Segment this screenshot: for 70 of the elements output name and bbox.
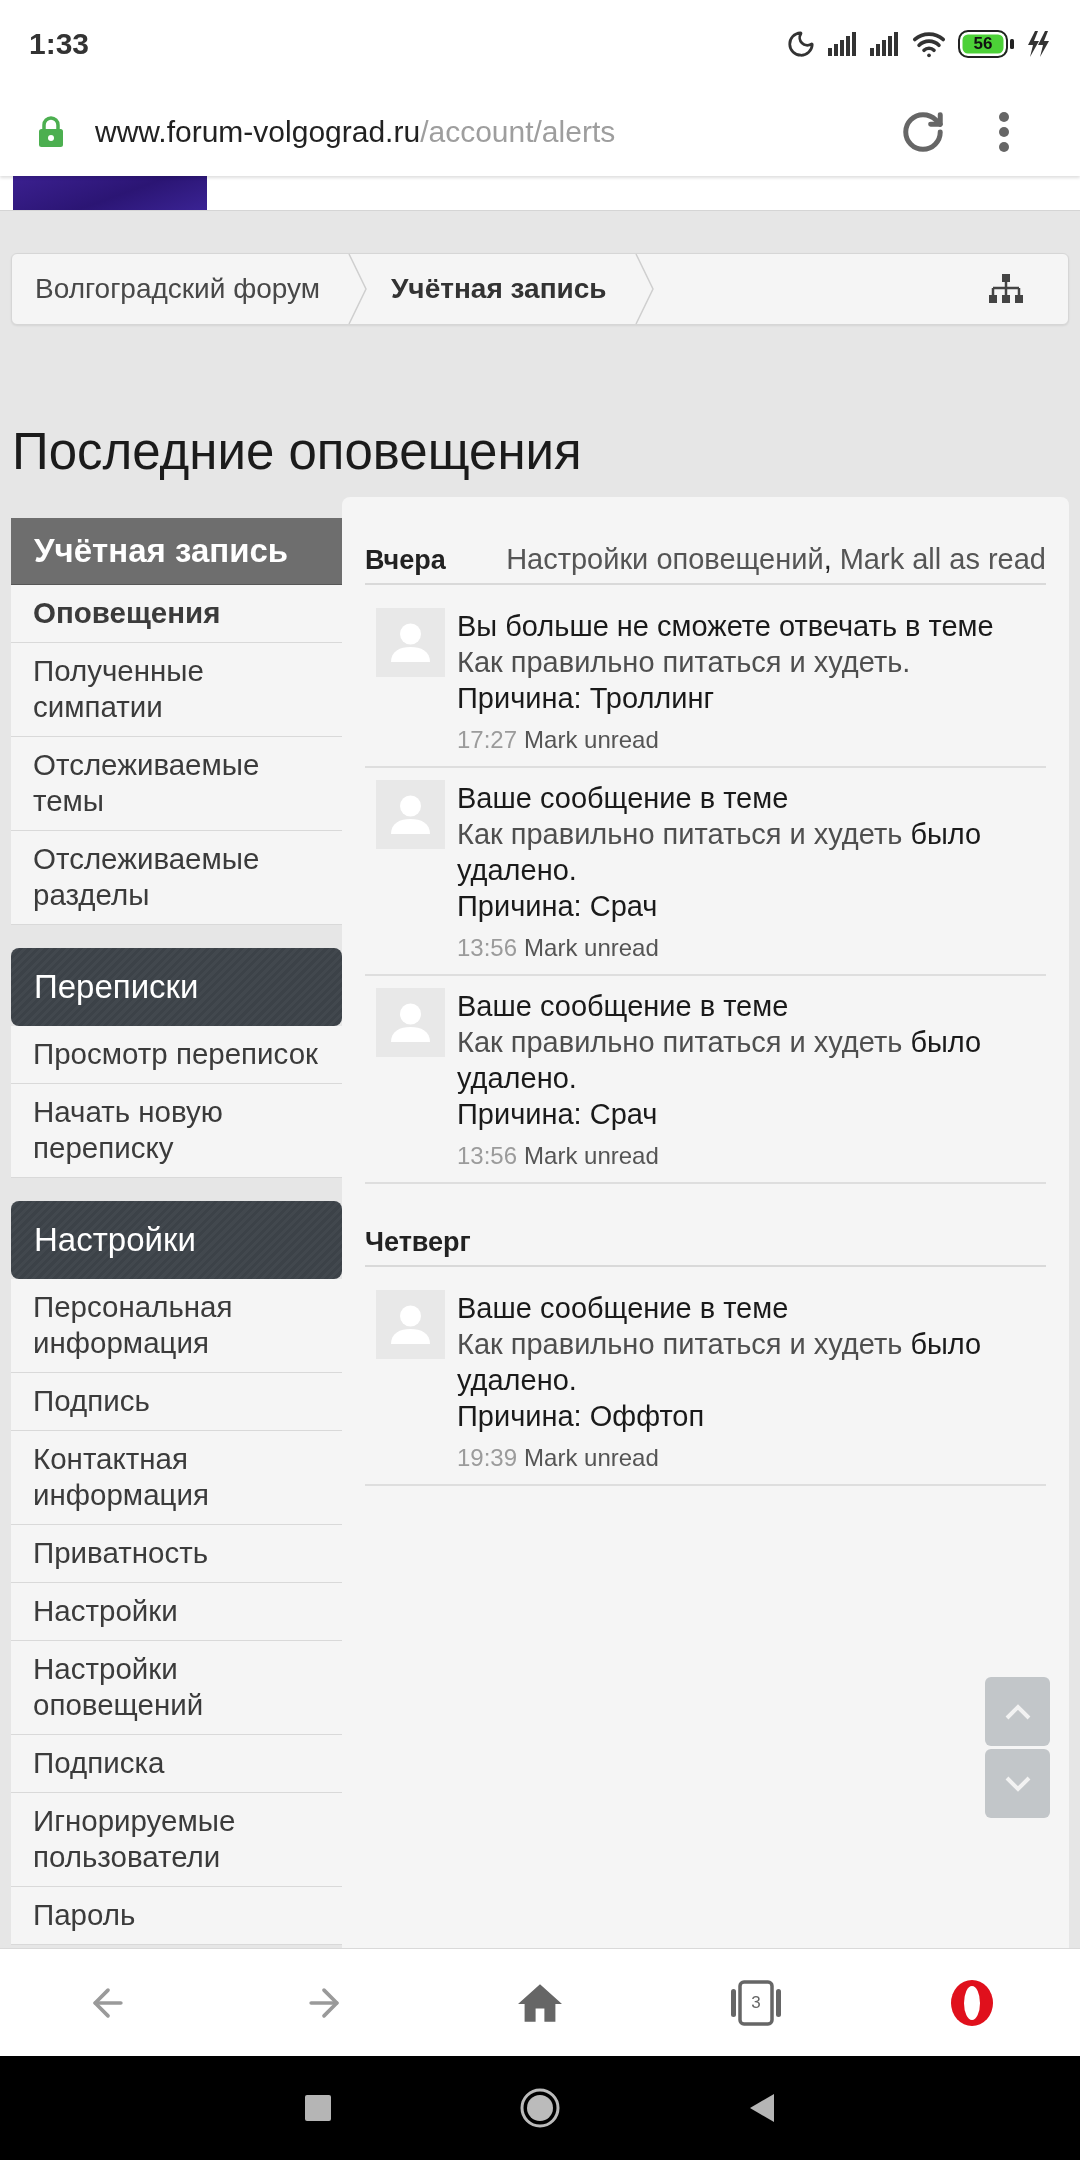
- thread-link[interactable]: Как правильно питаться и худеть: [457, 1328, 903, 1360]
- mark-unread-link[interactable]: Mark unread: [524, 724, 659, 756]
- ring-logo-icon: [950, 1978, 994, 2027]
- breadcrumb-link[interactable]: Учётная запись: [367, 254, 635, 324]
- mark-unread-link[interactable]: Mark unread: [524, 1140, 659, 1172]
- alert-reason: Причина: Срач: [457, 889, 658, 924]
- alert-time: 19:39: [457, 1443, 518, 1473]
- alert-time: 13:56: [457, 933, 518, 963]
- thread-link[interactable]: Как правильно питаться и худеть: [457, 1026, 903, 1058]
- chevron-up-icon: [1004, 1703, 1031, 1720]
- moon-icon: [786, 29, 816, 59]
- sidebar-item[interactable]: Персональная информация: [11, 1279, 342, 1373]
- alert-message: Вы больше не сможете отвечать в теме Как правильно питаться и худеть.: [457, 609, 995, 680]
- day-heading: Вчера: [365, 544, 446, 577]
- sidebar-item[interactable]: Отслеживаемые разделы: [11, 831, 342, 925]
- header-link[interactable]: Mark all as read: [839, 541, 1046, 577]
- back-triangle-icon[interactable]: [749, 2093, 775, 2123]
- battery-indicator: 56: [958, 30, 1014, 58]
- signal-icon: [828, 32, 858, 56]
- lock-icon: [37, 116, 65, 148]
- browser-menu-button[interactable]: [950, 1978, 994, 2027]
- sidebar-item[interactable]: Отслеживаемые темы: [11, 737, 342, 831]
- reload-icon: [900, 109, 946, 155]
- sidebar-item[interactable]: Пароль: [11, 1887, 342, 1945]
- page-title: Последние оповещения: [12, 423, 583, 481]
- alert-message: Ваше сообщение в теме Как правильно питаться и худеть было удалено.: [457, 1291, 983, 1398]
- alert-reason: Причина: Срач: [457, 1097, 658, 1132]
- sitemap-icon: [989, 274, 1023, 304]
- sidebar-item[interactable]: Настройки оповещений: [11, 1641, 342, 1735]
- sidebar-item[interactable]: Оповещения: [11, 585, 342, 643]
- sitemap-button[interactable]: [989, 274, 1023, 304]
- mark-unread-link[interactable]: Mark unread: [524, 1442, 659, 1474]
- sidebar-heading: Настройки: [11, 1201, 342, 1279]
- address-field[interactable]: www.forum-volgograd.ru/account/alerts: [95, 115, 900, 149]
- reload-button[interactable]: [900, 109, 946, 155]
- home-button[interactable]: [518, 1982, 562, 2023]
- tabs-button[interactable]: 3: [730, 1979, 782, 2026]
- tabs-icon: [730, 1979, 782, 2026]
- thread-link[interactable]: Как правильно питаться и худеть: [457, 818, 903, 850]
- charging-icon: [1026, 30, 1050, 58]
- comma-separator: ,: [823, 542, 832, 577]
- status-time: 1:33: [29, 27, 90, 61]
- alert-time: 17:27: [457, 725, 518, 755]
- chevron-down-icon: [1004, 1775, 1031, 1792]
- mark-unread-link[interactable]: Mark unread: [524, 932, 659, 964]
- sidebar-item[interactable]: Игнорируемые пользователи: [11, 1793, 342, 1887]
- sidebar-item[interactable]: Настройки: [11, 1583, 342, 1641]
- home-circle-icon[interactable]: [520, 2088, 560, 2128]
- alert-reason: Причина: Оффтоп: [457, 1399, 705, 1434]
- more-button[interactable]: [998, 111, 1010, 153]
- home-icon: [518, 1982, 562, 2023]
- signal-icon: [870, 32, 900, 56]
- sidebar-item[interactable]: Подпись: [11, 1373, 342, 1431]
- sidebar-item[interactable]: Полученные симпатии: [11, 643, 342, 737]
- alert-message: Ваше сообщение в теме Как правильно питаться и худеть было удалено.: [457, 781, 983, 888]
- sidebar-heading: Переписки: [11, 948, 342, 1026]
- sidebar-item[interactable]: Приватность: [11, 1525, 342, 1583]
- sidebar-item[interactable]: Подписка: [11, 1735, 342, 1793]
- thread-link[interactable]: Как правильно питаться и худеть.: [457, 646, 911, 678]
- sidebar-item[interactable]: Контактная информация: [11, 1431, 342, 1525]
- day-heading: Четверг: [365, 1226, 471, 1259]
- header-link[interactable]: Настройки оповещений: [506, 541, 824, 577]
- alert-time: 13:56: [457, 1141, 518, 1171]
- breadcrumb-link[interactable]: Волгоградский форум: [12, 254, 348, 324]
- more-icon: [998, 111, 1010, 153]
- alert-message: Ваше сообщение в теме Как правильно питаться и худеть было удалено.: [457, 989, 983, 1096]
- alert-reason: Причина: Троллинг: [457, 681, 715, 716]
- sidebar-item[interactable]: Начать новую переписку: [11, 1084, 342, 1178]
- sidebar-heading: Учётная запись: [11, 518, 342, 585]
- sidebar-item[interactable]: Просмотр переписок: [11, 1026, 342, 1084]
